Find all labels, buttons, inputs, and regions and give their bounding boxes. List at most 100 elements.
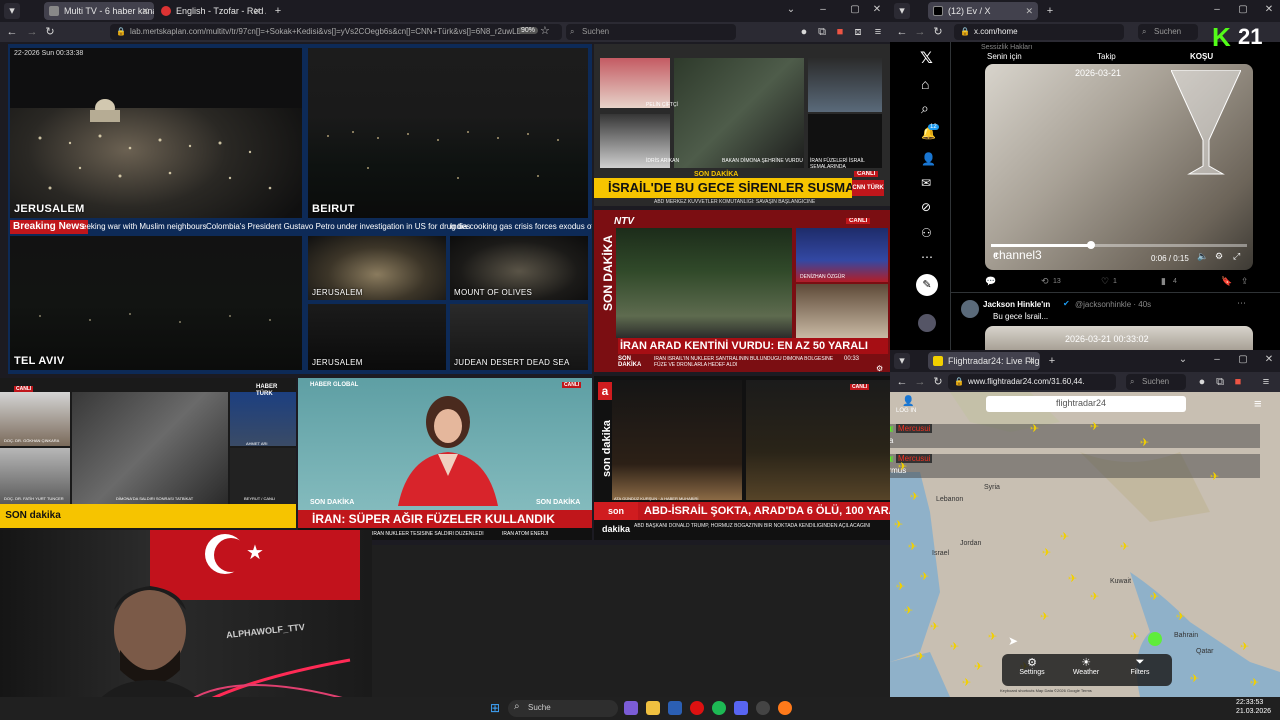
aircraft-icon[interactable]: ✈ xyxy=(1040,612,1049,623)
aircraft-icon[interactable]: ✈ xyxy=(910,492,919,503)
tab-following[interactable]: Takip xyxy=(1097,52,1116,61)
tab-flightradar[interactable]: Flightradar24: Live Flight Tracker ✕ xyxy=(928,352,1040,370)
maximize-button[interactable]: ▢ xyxy=(848,4,862,15)
reload-icon[interactable]: ↻ xyxy=(930,24,946,40)
grok-icon[interactable]: ⊘ xyxy=(921,200,931,214)
tab-tzofar[interactable]: English - Tzofar - Red Alert ✕ xyxy=(156,2,266,20)
new-tab-button[interactable]: + xyxy=(1044,353,1060,369)
post-author[interactable]: Jackson Hinkle'ın xyxy=(983,300,1050,309)
weather-button[interactable]: ☀ Weather xyxy=(1064,656,1108,684)
cam-mount-of-olives[interactable]: MOUNT OF OLIVES xyxy=(450,236,588,300)
aircraft-icon[interactable]: ✈ xyxy=(896,582,905,593)
aircraft-icon[interactable]: ✈ xyxy=(898,462,907,473)
aircraft-icon[interactable]: ✈ xyxy=(920,572,929,583)
retweet-icon[interactable]: ⟲ xyxy=(1041,276,1049,287)
messages-icon[interactable]: ✉ xyxy=(921,176,931,190)
video-player[interactable]: 2026-03-21 channel3 ⏸ 0:06 / 0:15 🔈 ⚙ ⤢ xyxy=(985,64,1253,270)
address-bar[interactable]: 🔒 lab.mertskaplan.com/multitv/tr/97cn[]=… xyxy=(110,24,562,40)
address-bar[interactable]: 🔒 www.flightradar24.com/31.60,44. xyxy=(948,374,1116,390)
extension-icon[interactable]: ⧉ xyxy=(1212,374,1228,390)
puzzle-icon[interactable]: ⧈ xyxy=(850,24,866,40)
tab-x-home[interactable]: (12) Ev / X ✕ xyxy=(928,2,1038,20)
close-tab-icon[interactable]: ✕ xyxy=(253,2,261,20)
tab-list-icon[interactable]: ▾ xyxy=(894,353,910,369)
channel-ntv[interactable]: NTV SON DAKİKA DENİZHAN ÖZGÜR CANLI İRAN… xyxy=(594,210,890,373)
new-tab-button[interactable]: + xyxy=(1042,3,1058,19)
tab-for-you[interactable]: Senin için xyxy=(987,52,1022,61)
spotify-icon[interactable] xyxy=(712,701,726,715)
channel-cnn-turk[interactable]: PELİN ÇİFTÇİ İDRİS ARIKAN BAKAN DİMONA Ş… xyxy=(594,44,890,206)
channel-haber-global[interactable]: HABER GLOBAL CANLI SON DAKİKA SON DAKİKA… xyxy=(298,378,592,540)
forward-icon[interactable]: → xyxy=(912,24,928,40)
locate-icon[interactable]: ➤ xyxy=(1008,634,1018,648)
minimize-button[interactable]: – xyxy=(816,4,830,15)
cam-dead-sea[interactable]: JUDEAN DESERT DEAD SEA xyxy=(450,304,588,370)
tab-list-icon[interactable]: ▾ xyxy=(894,3,910,19)
aircraft-icon[interactable]: ✈ xyxy=(1090,422,1099,433)
tab-overflow-icon[interactable]: ⌄ xyxy=(1176,354,1190,365)
bookmark-icon[interactable]: 🔖 xyxy=(1221,276,1232,287)
aircraft-icon[interactable]: ✈ xyxy=(1210,472,1219,483)
back-icon[interactable]: ← xyxy=(894,374,910,390)
cam-jerusalem-2[interactable]: JERUSALEM xyxy=(308,236,446,300)
more-icon[interactable]: ⋯ xyxy=(921,250,933,264)
x-logo-icon[interactable]: 𝕏 xyxy=(920,48,933,68)
channel-a-haber[interactable]: a son dakika CANLI ATA GÜNDÜZ KURŞUN · A… xyxy=(594,376,890,540)
aircraft-icon[interactable]: ✈ xyxy=(1120,542,1129,553)
tab-overflow-icon[interactable]: ⌄ xyxy=(784,4,798,15)
clock-time[interactable]: 22:33:53 xyxy=(1236,699,1263,706)
close-tab-icon[interactable]: ✕ xyxy=(141,2,149,20)
cam-jerusalem[interactable]: 22-2026 Sun 00:33:38 JERUSALEM xyxy=(10,48,302,218)
aircraft-icon[interactable]: ✈ xyxy=(1068,574,1077,585)
close-window-button[interactable]: ✕ xyxy=(870,4,884,15)
map-search-input[interactable]: flightradar24 xyxy=(986,396,1186,412)
home-icon[interactable]: ⌂ xyxy=(921,76,929,92)
reload-icon[interactable]: ↻ xyxy=(930,374,946,390)
aircraft-icon[interactable]: ✈ xyxy=(1190,674,1199,685)
firefox-icon[interactable] xyxy=(778,701,792,715)
maximize-button[interactable]: ▢ xyxy=(1236,354,1250,365)
login-icon[interactable]: 👤 xyxy=(902,396,914,407)
new-tab-button[interactable]: + xyxy=(270,3,286,19)
hamburger-icon[interactable]: ≡ xyxy=(1254,396,1262,411)
profile-icon[interactable]: ⚇ xyxy=(921,226,932,240)
copilot-icon[interactable] xyxy=(624,701,638,715)
video-player[interactable]: 2026-03-21 00:33:02 xyxy=(985,326,1253,350)
aircraft-icon[interactable]: ✈ xyxy=(1042,548,1051,559)
reply-icon[interactable]: 💬 xyxy=(985,276,996,287)
aircraft-icon[interactable]: ✈ xyxy=(1130,632,1139,643)
aircraft-icon[interactable]: ✈ xyxy=(1176,612,1185,623)
addon-badge-icon[interactable]: ■ xyxy=(832,24,848,40)
aircraft-icon[interactable]: ✈ xyxy=(1240,642,1249,653)
pause-icon[interactable]: ⏸ xyxy=(993,250,998,261)
fullscreen-icon[interactable]: ⤢ xyxy=(1233,251,1240,262)
account-icon[interactable]: ● xyxy=(1194,374,1210,390)
taskbar-search[interactable]: ⌕ Suche xyxy=(508,700,618,717)
close-tab-icon[interactable]: ✕ xyxy=(1027,352,1035,370)
maximize-button[interactable]: ▢ xyxy=(1236,4,1250,15)
login-link[interactable]: LOG IN xyxy=(896,408,916,414)
channel-haberturk[interactable]: CANLI HABER TÜRK DOÇ. DR. GÖKHAN ÇINKARA… xyxy=(0,378,296,530)
tab-multitv[interactable]: Multi TV - 6 haber kanalını ✕ xyxy=(44,2,154,20)
bookmark-star-icon[interactable]: ☆ xyxy=(540,24,550,37)
minimize-button[interactable]: – xyxy=(1210,354,1224,365)
aircraft-icon[interactable]: ✈ xyxy=(1090,592,1099,603)
aircraft-icon[interactable]: ✈ xyxy=(930,622,939,633)
obs-icon[interactable] xyxy=(756,701,770,715)
filters-button[interactable]: ⏷ Filters xyxy=(1118,656,1162,684)
aircraft-icon[interactable]: ✈ xyxy=(988,632,997,643)
search-input[interactable]: ⌕ Suchen xyxy=(566,24,736,40)
aircraft-icon[interactable]: ✈ xyxy=(908,542,917,553)
mute-icon[interactable]: 🔈 xyxy=(1197,251,1208,262)
back-icon[interactable]: ← xyxy=(4,24,20,40)
search-icon[interactable]: ⌕ xyxy=(921,100,929,117)
start-icon[interactable]: ⊞ xyxy=(490,701,500,715)
clock-date[interactable]: 21.03.2026 xyxy=(1236,708,1271,715)
aircraft-icon[interactable]: ✈ xyxy=(904,606,913,617)
post-button[interactable]: ✎ xyxy=(916,274,938,296)
settings-icon[interactable]: ⚙ xyxy=(1215,251,1223,262)
settings-icon[interactable]: ⚙ xyxy=(876,364,883,373)
forward-icon[interactable]: → xyxy=(912,374,928,390)
aircraft-icon[interactable]: ✈ xyxy=(962,678,971,689)
share-icon[interactable]: ⇪ xyxy=(1241,276,1249,287)
